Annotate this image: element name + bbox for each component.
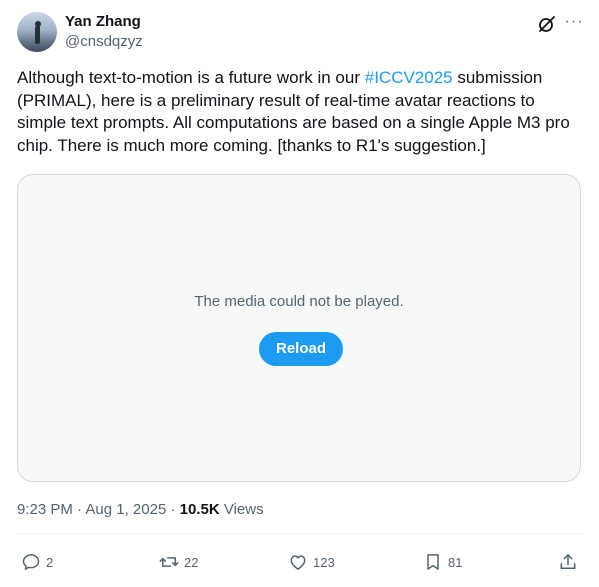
meta-separator: · xyxy=(72,501,86,518)
tweet-meta: 9:23 PM · Aug 1, 2025 · 10.5K Views xyxy=(17,500,264,520)
reply-button[interactable]: 2 xyxy=(21,550,53,574)
avatar[interactable] xyxy=(17,12,57,52)
author-handle[interactable]: @cnsdqzyz xyxy=(65,32,143,52)
divider xyxy=(17,533,582,534)
tweet-time[interactable]: 9:23 PM xyxy=(17,501,73,518)
like-icon xyxy=(290,555,306,570)
reload-button[interactable]: Reload xyxy=(259,332,343,366)
share-button[interactable] xyxy=(558,550,578,574)
retweet-button[interactable]: 22 xyxy=(159,550,198,574)
share-icon xyxy=(560,554,576,569)
like-button[interactable]: 123 xyxy=(288,550,335,574)
reply-icon xyxy=(22,554,40,570)
like-count: 123 xyxy=(313,554,335,570)
views-count: 10.5K xyxy=(179,501,220,518)
tweet-date[interactable]: Aug 1, 2025 xyxy=(85,501,166,518)
views-label: Views xyxy=(219,501,264,518)
retweet-count: 22 xyxy=(184,554,199,570)
author-name[interactable]: Yan Zhang xyxy=(65,12,141,32)
media-container: The media could not be played. Reload xyxy=(17,174,581,482)
hashtag-link[interactable]: #ICCV2025 xyxy=(365,68,453,87)
reply-count: 2 xyxy=(46,554,54,570)
bookmark-button[interactable]: 81 xyxy=(423,550,462,574)
tweet-text-before: Although text-to-motion is a future work… xyxy=(17,68,365,87)
more-icon[interactable]: ··· xyxy=(563,12,585,32)
tweet-text: Although text-to-motion is a future work… xyxy=(17,67,582,157)
retweet-icon xyxy=(159,557,179,567)
action-bar: 2 22 123 81 xyxy=(17,550,582,574)
bookmark-icon xyxy=(427,554,439,570)
bookmark-count: 81 xyxy=(448,554,463,570)
avatar-figure-body xyxy=(35,26,40,44)
meta-separator-2: · xyxy=(166,501,180,518)
media-error-message: The media could not be played. xyxy=(194,293,404,310)
grok-icon[interactable] xyxy=(537,14,557,34)
